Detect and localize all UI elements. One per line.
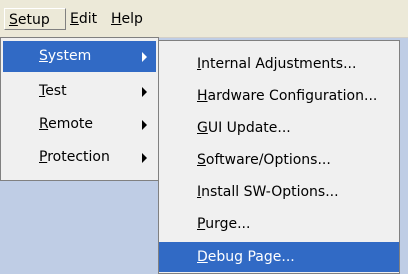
submenu-item-label: urge... xyxy=(205,216,251,232)
submenu-item-accel: D xyxy=(197,249,208,265)
menu-edit-label: dit xyxy=(78,11,98,27)
submenu-item-install-sw-options[interactable]: Install SW-Options... xyxy=(159,177,399,207)
menu-help[interactable]: Help xyxy=(107,8,149,30)
menu-item-protection-label: rotection xyxy=(47,149,110,165)
submenu-arrow-icon xyxy=(142,153,147,163)
submenu-item-internal-adjustments[interactable]: Internal Adjustments... xyxy=(159,49,399,79)
submenu-item-accel: G xyxy=(197,120,208,136)
submenu-item-label: nstall SW-Options... xyxy=(201,184,339,200)
menu-setup-label: etup xyxy=(17,12,50,28)
submenu-item-gui-update[interactable]: GUI Update... xyxy=(159,113,399,143)
submenu-item-accel: H xyxy=(197,88,208,104)
submenu-item-accel: S xyxy=(197,152,206,168)
menu-help-label: elp xyxy=(121,11,143,27)
submenu-arrow-icon xyxy=(142,52,147,62)
menu-help-accel: H xyxy=(111,11,122,27)
submenu-item-label: ebug Page... xyxy=(207,249,295,265)
submenu-item-purge-text: Purge... xyxy=(197,209,250,239)
menu-item-system[interactable]: System xyxy=(3,41,156,72)
menu-item-remote-accel: R xyxy=(39,116,49,132)
menu-item-test-label: est xyxy=(45,83,67,99)
menu-item-protection-accel: P xyxy=(39,149,48,165)
submenu-item-install-sw-options-text: Install SW-Options... xyxy=(197,177,339,207)
system-submenu: Internal Adjustments... Hardware Configu… xyxy=(158,40,400,274)
menu-item-test-text: Test xyxy=(39,76,67,107)
submenu-item-hardware-configuration[interactable]: Hardware Configuration... xyxy=(159,81,399,111)
menu-edit[interactable]: Edit xyxy=(66,8,106,30)
menu-item-protection[interactable]: Protection xyxy=(3,142,156,173)
menu-item-system-text: System xyxy=(39,41,91,72)
menu-item-remote-label: emote xyxy=(48,116,94,132)
menu-item-test[interactable]: Test xyxy=(3,76,156,107)
menu-item-system-accel: S xyxy=(39,48,48,64)
submenu-item-software-options[interactable]: Software/Options... xyxy=(159,145,399,175)
submenu-item-debug-page-text: Debug Page... xyxy=(197,242,295,272)
submenu-item-label: nternal Adjustments... xyxy=(201,56,357,72)
submenu-item-gui-update-text: GUI Update... xyxy=(197,113,291,143)
menu-item-system-label: ystem xyxy=(47,48,92,64)
submenu-item-purge[interactable]: Purge... xyxy=(159,209,399,239)
submenu-item-accel: P xyxy=(197,216,206,232)
submenu-item-label: oftware/Options... xyxy=(205,152,331,168)
menu-setup[interactable]: Setup xyxy=(4,8,66,30)
submenu-item-hardware-configuration-text: Hardware Configuration... xyxy=(197,81,377,111)
menu-bar: Setup Edit Help xyxy=(0,0,408,38)
submenu-item-software-options-text: Software/Options... xyxy=(197,145,331,175)
menu-item-protection-text: Protection xyxy=(39,142,110,173)
setup-dropdown-menu: System Test Remote Protection xyxy=(0,37,159,181)
submenu-arrow-icon xyxy=(142,87,147,97)
submenu-item-debug-page[interactable]: Debug Page... xyxy=(159,242,399,272)
submenu-arrow-icon xyxy=(142,120,147,130)
menu-item-remote[interactable]: Remote xyxy=(3,109,156,140)
submenu-item-label: ardware Configuration... xyxy=(207,88,378,104)
submenu-item-internal-adjustments-text: Internal Adjustments... xyxy=(197,49,356,79)
submenu-item-label: UI Update... xyxy=(207,120,291,136)
menu-setup-accel: S xyxy=(9,12,18,28)
menu-edit-accel: E xyxy=(70,11,79,27)
menu-item-remote-text: Remote xyxy=(39,109,93,140)
